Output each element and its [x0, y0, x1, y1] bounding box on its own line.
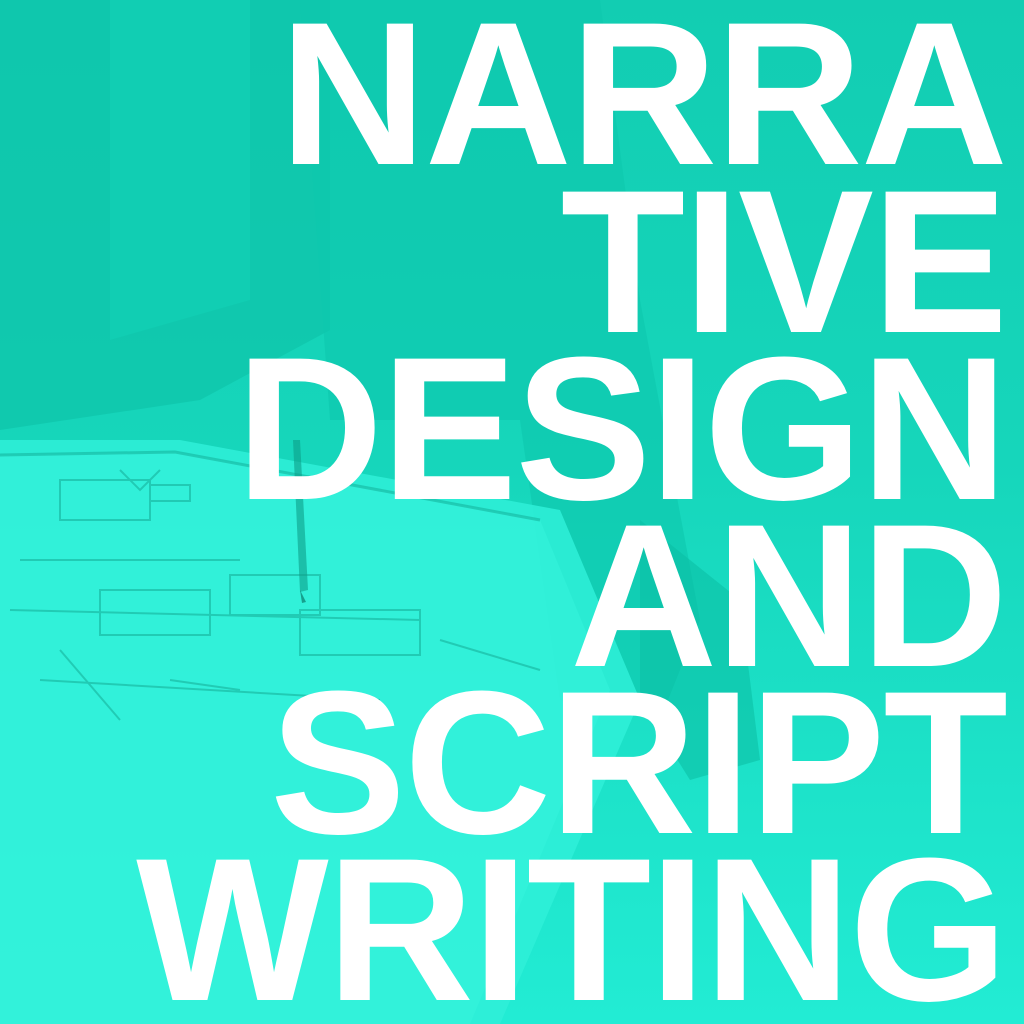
poster: NARRA TIVE DESIGN AND SCRIPT WRITING: [0, 0, 1024, 1024]
title-line-6: WRITING: [136, 816, 1008, 1024]
poster-title: NARRA TIVE DESIGN AND SCRIPT WRITING: [0, 0, 1024, 1024]
